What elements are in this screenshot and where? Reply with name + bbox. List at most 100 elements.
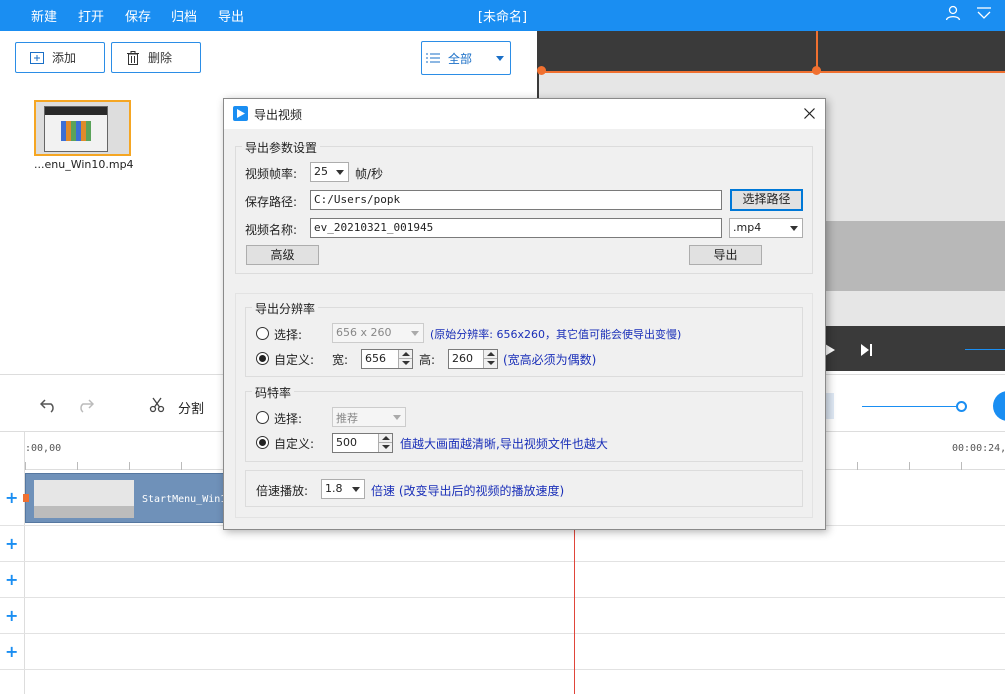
- width-label: 宽:: [332, 353, 349, 367]
- thumbnail-preview: [44, 106, 108, 152]
- bitrate-value: 500: [336, 436, 357, 449]
- media-thumbnail[interactable]: [34, 100, 131, 156]
- timeline-clip[interactable]: StartMenu_Win1: [23, 473, 227, 523]
- split-label[interactable]: 分割: [178, 398, 204, 417]
- resolution-custom-radio[interactable]: [256, 352, 269, 365]
- bitrate-preset-label: 选择:: [274, 412, 303, 426]
- resolution-preset-select[interactable]: 656 x 260: [332, 323, 424, 343]
- zoom-button[interactable]: [993, 391, 1005, 421]
- spin-down-icon[interactable]: [378, 443, 392, 452]
- resolution-preset-label: 选择:: [274, 328, 303, 342]
- crop-handle-top[interactable]: [812, 66, 821, 75]
- spin-up-icon[interactable]: [398, 350, 412, 359]
- media-filter-dropdown[interactable]: 全部: [421, 41, 511, 75]
- add-track-icon[interactable]: +: [5, 606, 18, 625]
- trash-icon: [126, 50, 140, 65]
- speed-select[interactable]: 1.8: [321, 479, 365, 499]
- add-track-icon[interactable]: +: [5, 570, 18, 589]
- top-menu-bar: 新建 打开 保存 归档 导出 [未命名]: [0, 0, 1005, 31]
- width-spinbox[interactable]: 656: [361, 349, 413, 369]
- add-media-label: 添加: [52, 51, 77, 65]
- zoom-slider-track[interactable]: [862, 406, 962, 407]
- track-row: +: [0, 526, 1005, 562]
- video-name-input[interactable]: ev_20210321_001945: [310, 218, 722, 238]
- crop-handle-left[interactable]: [537, 66, 546, 75]
- clip-label: StartMenu_Win1: [142, 494, 227, 505]
- export-button[interactable]: 导出: [689, 245, 762, 265]
- next-frame-icon[interactable]: [860, 343, 874, 357]
- bitrate-preset-value: 推荐: [336, 412, 358, 425]
- caret-down-icon: [496, 56, 504, 61]
- bitrate-custom-radio[interactable]: [256, 436, 269, 449]
- resolution-original-hint: (原始分辨率: 656x260，其它值可能会使导出变慢): [430, 328, 682, 341]
- chevron-down-icon: [790, 226, 798, 231]
- even-number-hint: (宽高必须为偶数): [503, 353, 597, 367]
- bitrate-spinbox[interactable]: 500: [332, 433, 393, 453]
- chevron-down-icon: [393, 415, 401, 420]
- speed-hint: 倍速 (改变导出后的视频的播放速度): [371, 484, 565, 498]
- chevron-down-icon: [411, 331, 419, 336]
- speed-label: 倍速播放:: [256, 484, 309, 498]
- playhead[interactable]: [574, 527, 575, 694]
- save-path-input[interactable]: C:/Users/popk: [310, 190, 722, 210]
- window-title: [未命名]: [477, 10, 528, 25]
- scissors-icon[interactable]: [149, 397, 165, 413]
- list-icon: [426, 51, 440, 65]
- export-video-dialog: 导出视频 导出参数设置 视频帧率: 25 帧/秒 保存路径: C:/Users/…: [223, 98, 826, 530]
- height-spinbox[interactable]: 260: [448, 349, 498, 369]
- volume-slider[interactable]: [965, 349, 1005, 350]
- add-track-icon[interactable]: +: [5, 488, 18, 507]
- ruler-start-time: :00,00: [25, 443, 62, 454]
- delete-media-label: 删除: [148, 51, 173, 65]
- dialog-titlebar[interactable]: 导出视频: [224, 99, 825, 129]
- chevron-down-icon[interactable]: [976, 6, 992, 20]
- save-path-label: 保存路径:: [245, 195, 298, 209]
- media-filter-value: 全部: [448, 51, 473, 66]
- redo-icon[interactable]: [76, 397, 94, 413]
- resolution-preset-value: 656 x 260: [336, 326, 392, 339]
- video-name-label: 视频名称:: [245, 223, 298, 237]
- spin-up-icon[interactable]: [378, 434, 392, 443]
- spin-down-icon[interactable]: [483, 359, 497, 368]
- fps-select[interactable]: 25: [310, 162, 349, 182]
- chevron-down-icon: [336, 170, 344, 175]
- width-value: 656: [365, 352, 386, 365]
- fps-value: 25: [314, 165, 328, 178]
- height-label: 高:: [419, 353, 436, 367]
- add-track-icon[interactable]: +: [5, 642, 18, 661]
- delete-media-button[interactable]: 删除: [111, 42, 201, 73]
- file-extension-value: .mp4: [733, 221, 762, 234]
- choose-path-button[interactable]: 选择路径: [730, 189, 803, 211]
- media-item-name: ...enu_Win10.mp4: [34, 158, 134, 171]
- track-row: +: [0, 634, 1005, 670]
- dialog-title: 导出视频: [254, 108, 303, 122]
- export-params-title: 导出参数设置: [242, 139, 321, 156]
- spin-down-icon[interactable]: [398, 359, 412, 368]
- speed-value: 1.8: [325, 482, 343, 495]
- add-track-icon[interactable]: +: [5, 534, 18, 553]
- height-value: 260: [452, 352, 473, 365]
- advanced-button[interactable]: 高级: [246, 245, 319, 265]
- add-file-icon: [30, 51, 44, 65]
- file-extension-select[interactable]: .mp4: [729, 218, 803, 238]
- resolution-title: 导出分辨率: [252, 300, 319, 317]
- clip-start-handle[interactable]: [23, 494, 29, 502]
- fps-label: 视频帧率:: [245, 167, 298, 181]
- bitrate-title: 码特率: [252, 384, 295, 401]
- ruler-end-time: 00:00:24,: [952, 443, 1005, 454]
- spin-up-icon[interactable]: [483, 350, 497, 359]
- undo-icon[interactable]: [40, 397, 58, 413]
- track-row: +: [0, 562, 1005, 598]
- app-logo-icon: [233, 106, 248, 121]
- bitrate-hint: 值越大画面越清晰,导出视频文件也越大: [400, 437, 608, 451]
- close-icon[interactable]: [804, 108, 815, 119]
- resolution-custom-label: 自定义:: [274, 353, 315, 367]
- zoom-slider-thumb[interactable]: [956, 401, 967, 412]
- bitrate-preset-radio[interactable]: [256, 411, 269, 424]
- bitrate-preset-select[interactable]: 推荐: [332, 407, 406, 427]
- chevron-down-icon: [352, 487, 360, 492]
- resolution-preset-radio[interactable]: [256, 327, 269, 340]
- add-media-button[interactable]: 添加: [15, 42, 105, 73]
- bitrate-custom-label: 自定义:: [274, 437, 315, 451]
- user-icon[interactable]: [945, 5, 961, 21]
